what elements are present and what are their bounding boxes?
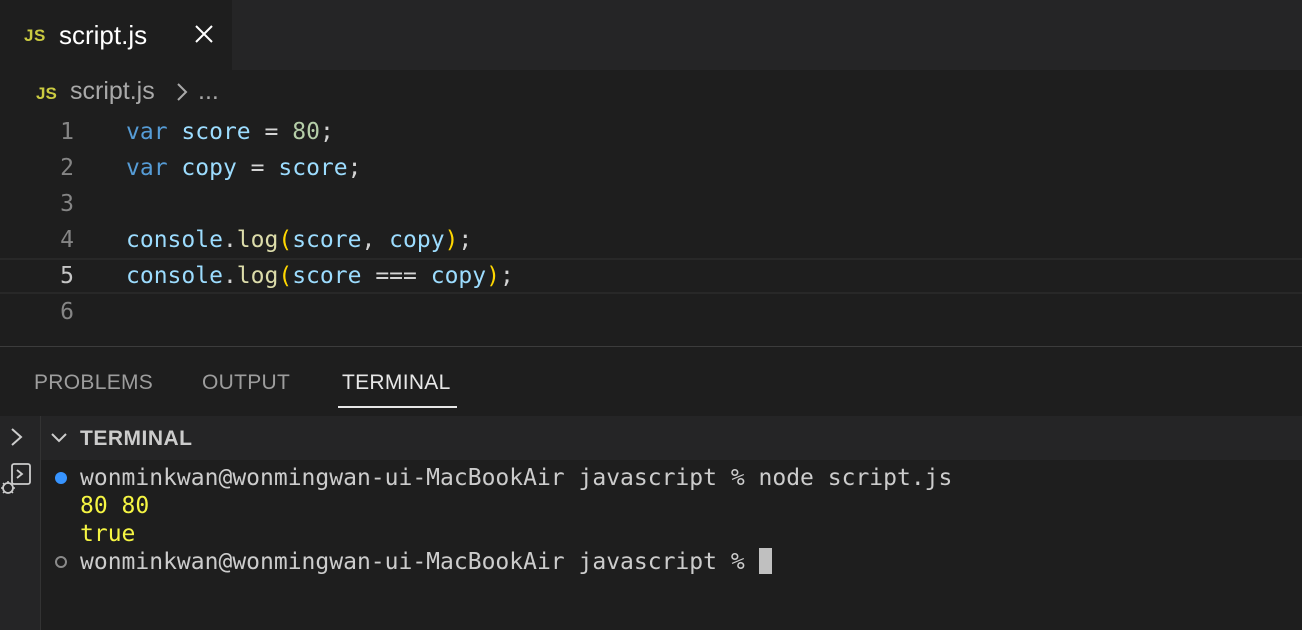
tab-terminal[interactable]: TERMINAL <box>342 371 451 395</box>
terminal-section-title: TERMINAL <box>80 427 193 450</box>
operator: = <box>264 119 279 145</box>
code-line[interactable]: 1 var score = 80; <box>0 114 1302 150</box>
punctuation: , <box>361 227 390 253</box>
command-pending-icon[interactable] <box>55 556 67 568</box>
function-name: log <box>236 263 279 289</box>
code-text[interactable]: var score = 80; <box>126 114 334 150</box>
chevron-down-icon[interactable] <box>50 430 68 446</box>
code-line[interactable]: 3 <box>0 186 1302 222</box>
line-number: 1 <box>60 119 74 145</box>
punctuation: ; <box>499 263 514 289</box>
command-success-icon[interactable] <box>55 472 67 484</box>
bracket: ( <box>278 227 293 253</box>
terminal-side-strip <box>0 416 41 630</box>
punctuation: ; <box>347 155 362 181</box>
chevron-right-icon <box>177 83 188 101</box>
punctuation: ; <box>458 227 473 253</box>
identifier: copy <box>181 155 237 181</box>
identifier: console <box>126 227 223 253</box>
code-text[interactable]: console.log(score === copy); <box>126 258 514 294</box>
code-line[interactable]: 6 <box>0 294 1302 330</box>
active-tab-indicator <box>338 406 457 408</box>
line-number: 2 <box>60 155 74 181</box>
code-text[interactable]: var copy = score; <box>126 150 361 186</box>
code-text[interactable]: console.log(score, copy); <box>126 222 472 258</box>
identifier: score <box>292 263 362 289</box>
close-icon[interactable] <box>192 22 216 46</box>
line-number: 3 <box>60 191 74 217</box>
identifier: score <box>278 155 348 181</box>
identifier: score <box>181 119 251 145</box>
breadcrumb-file[interactable]: script.js <box>70 77 155 106</box>
code-line-current[interactable]: 5 console.log(score === copy); <box>0 258 1302 294</box>
line-number: 6 <box>60 299 74 325</box>
debug-terminal-icon[interactable] <box>0 462 34 498</box>
keyword: var <box>126 155 168 181</box>
identifier: console <box>126 263 223 289</box>
punctuation: . <box>222 263 237 289</box>
terminal-section-header[interactable] <box>41 416 1302 460</box>
operator: = <box>250 155 265 181</box>
punctuation: . <box>222 227 237 253</box>
line-number: 5 <box>60 263 74 289</box>
terminal-output-line: true <box>80 521 136 547</box>
bracket: ) <box>444 227 459 253</box>
chevron-right-icon[interactable] <box>8 426 26 448</box>
punctuation: ; <box>319 119 334 145</box>
tab-problems[interactable]: PROBLEMS <box>34 371 153 395</box>
line-number: 4 <box>60 227 74 253</box>
breadcrumb-more[interactable]: ... <box>198 77 219 106</box>
prompt-text: wonminkwan@wonmingwan-ui-MacBookAir java… <box>80 549 759 575</box>
bracket: ( <box>278 263 293 289</box>
js-file-icon: JS <box>24 26 46 45</box>
operator: === <box>375 263 417 289</box>
terminal-prompt-line: wonminkwan@wonmingwan-ui-MacBookAir java… <box>80 465 953 491</box>
function-name: log <box>236 227 279 253</box>
panel-tab-bar <box>0 347 1302 415</box>
code-line[interactable]: 4 console.log(score, copy); <box>0 222 1302 258</box>
breadcrumb <box>0 70 1302 116</box>
identifier: copy <box>430 263 487 289</box>
tab-output[interactable]: OUTPUT <box>202 371 290 395</box>
identifier: score <box>292 227 362 253</box>
number-literal: 80 <box>292 119 320 145</box>
tab-label[interactable]: script.js <box>59 20 147 51</box>
code-line[interactable]: 2 var copy = score; <box>0 150 1302 186</box>
keyword: var <box>126 119 168 145</box>
terminal-cursor <box>758 548 772 574</box>
js-file-icon: JS <box>36 84 57 103</box>
identifier: copy <box>389 227 445 253</box>
terminal-output-line: 80 80 <box>80 493 150 519</box>
terminal-prompt-line[interactable]: wonminkwan@wonmingwan-ui-MacBookAir java… <box>80 548 772 576</box>
bracket: ) <box>486 263 500 289</box>
